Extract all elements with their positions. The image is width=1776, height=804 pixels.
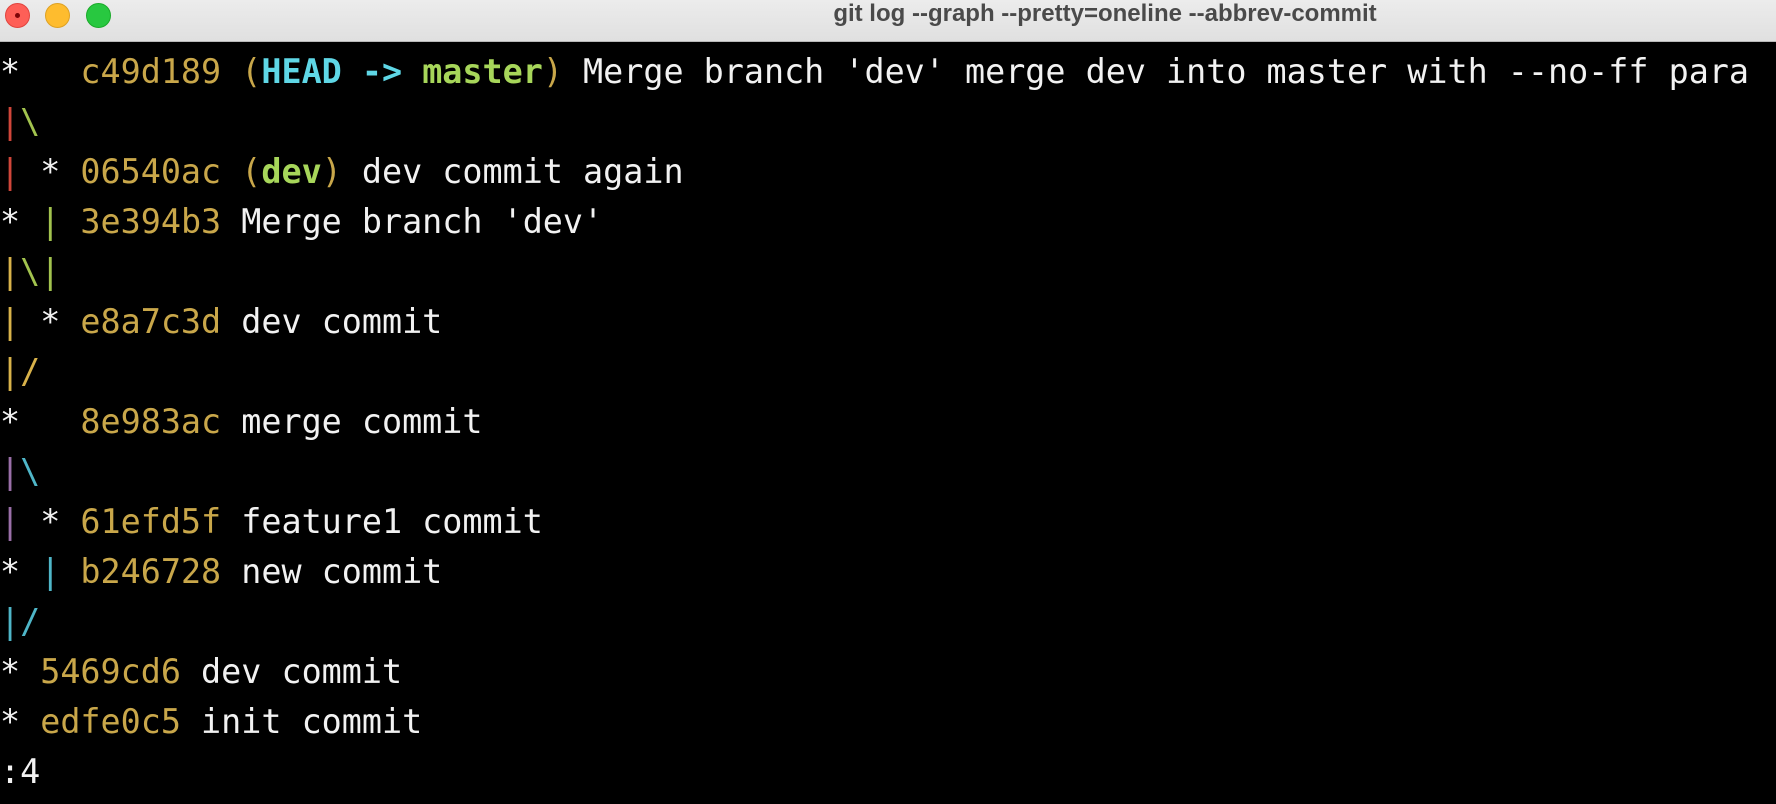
graph-line: |/ xyxy=(0,597,1776,647)
graph-edge: | xyxy=(0,602,21,641)
commit-message: dev commit again xyxy=(341,152,684,191)
terminal-window: git log --graph --pretty=oneline --abbre… xyxy=(0,0,1776,804)
graph-line: |\ xyxy=(0,97,1776,147)
graph-node: * xyxy=(0,652,41,691)
pager-prompt[interactable]: :4 xyxy=(0,747,1776,797)
log-line: * | 3e394b3 Merge branch 'dev' xyxy=(0,197,1776,247)
commit-hash: 06540ac xyxy=(80,152,222,191)
branch-ref: dev xyxy=(261,152,322,191)
log-line: * c49d189 (HEAD -> master) Merge branch … xyxy=(0,47,1776,97)
graph-node: * xyxy=(0,202,41,241)
log-line: * | b246728 new commit xyxy=(0,547,1776,597)
commit-hash: 5469cd6 xyxy=(40,652,181,691)
graph-edge: | xyxy=(0,152,21,191)
graph-node: * xyxy=(20,152,81,191)
graph-edge: | xyxy=(0,302,21,341)
commit-message: dev commit xyxy=(180,652,403,691)
graph-edge: | xyxy=(40,202,61,241)
commit-message: Merge branch 'dev' xyxy=(221,202,604,241)
ref-close-paren: ) xyxy=(542,52,563,91)
graph-edge: | xyxy=(40,252,61,291)
graph-edge: \ xyxy=(20,252,41,291)
commit-message: init commit xyxy=(180,702,423,741)
graph-edge: \ xyxy=(20,102,41,141)
graph-node: * xyxy=(0,552,41,591)
graph-edge: / xyxy=(20,352,41,391)
commit-hash: e8a7c3d xyxy=(80,302,222,341)
log-line: * 5469cd6 dev commit xyxy=(0,647,1776,697)
graph-line: |/ xyxy=(0,347,1776,397)
graph-edge: | xyxy=(0,102,21,141)
ref-open-paren: ( xyxy=(221,152,262,191)
log-line: * 8e983ac merge commit xyxy=(0,397,1776,447)
graph-node: * xyxy=(20,502,81,541)
pager-prompt-text: :4 xyxy=(0,752,41,791)
graph-edge: \ xyxy=(20,452,41,491)
graph-edge: | xyxy=(0,502,21,541)
commit-hash: 61efd5f xyxy=(80,502,222,541)
graph-line: |\| xyxy=(0,247,1776,297)
title-bar[interactable]: git log --graph --pretty=oneline --abbre… xyxy=(0,0,1776,42)
graph-node: * xyxy=(20,302,81,341)
commit-message: Merge branch 'dev' merge dev into master… xyxy=(562,52,1750,91)
window-title: git log --graph --pretty=oneline --abbre… xyxy=(833,0,1377,27)
terminal-output[interactable]: * c49d189 (HEAD -> master) Merge branch … xyxy=(0,47,1776,804)
graph-edge: | xyxy=(0,452,21,491)
commit-hash: edfe0c5 xyxy=(40,702,181,741)
commit-hash: b246728 xyxy=(60,552,222,591)
log-line: | * 06540ac (dev) dev commit again xyxy=(0,147,1776,197)
graph-node: * xyxy=(0,402,81,441)
head-ref: HEAD -> xyxy=(261,52,423,91)
commit-hash: 3e394b3 xyxy=(60,202,222,241)
ref-open-paren: ( xyxy=(221,52,262,91)
graph-edge: / xyxy=(20,602,41,641)
graph-edge: | xyxy=(0,252,21,291)
commit-message: new commit xyxy=(221,552,443,591)
commit-hash: c49d189 xyxy=(80,52,222,91)
commit-message: dev commit xyxy=(221,302,443,341)
commit-message: feature1 commit xyxy=(221,502,543,541)
commit-message: merge commit xyxy=(221,402,483,441)
log-line: * edfe0c5 init commit xyxy=(0,697,1776,747)
log-line: | * e8a7c3d dev commit xyxy=(0,297,1776,347)
log-line: | * 61efd5f feature1 commit xyxy=(0,497,1776,547)
graph-edge: | xyxy=(40,552,61,591)
graph-line: |\ xyxy=(0,447,1776,497)
branch-ref: master xyxy=(422,52,543,91)
commit-hash: 8e983ac xyxy=(80,402,222,441)
ref-close-paren: ) xyxy=(321,152,342,191)
graph-node: * xyxy=(0,52,81,91)
graph-edge: | xyxy=(0,352,21,391)
graph-node: * xyxy=(0,702,41,741)
